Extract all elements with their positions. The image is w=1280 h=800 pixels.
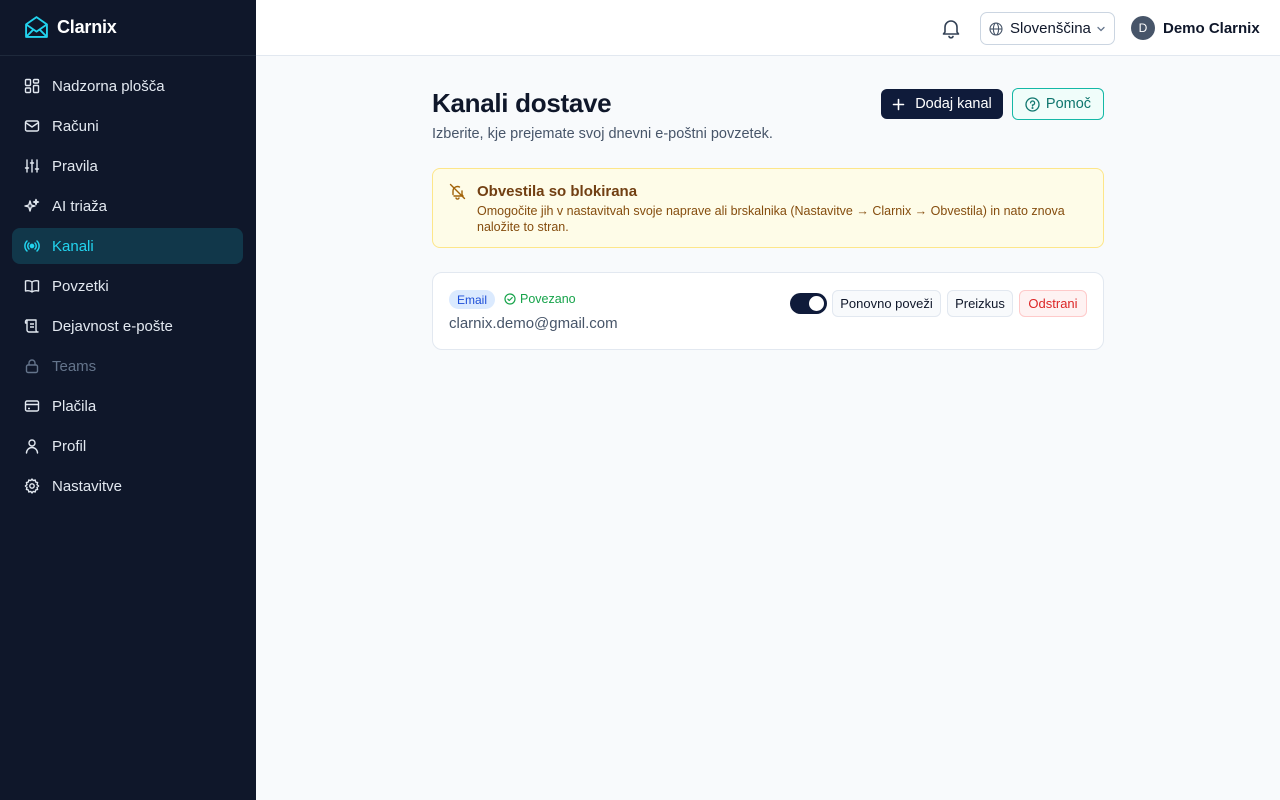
sidebar-item-label: Teams [52,357,97,375]
brand-name: Clarnix [57,17,117,37]
add-channel-button[interactable]: Dodaj kanal [881,89,1003,119]
user-icon [25,439,39,454]
book-icon [24,280,40,293]
mail-icon [24,120,40,132]
sidebar-item-payments[interactable]: Plačila [12,388,243,424]
sidebar-item-label: Profil [52,437,87,455]
plus-icon [892,98,905,110]
sidebar-item-label: Računi [52,117,99,135]
sliders-icon [24,159,40,173]
sidebar-item-accounts[interactable]: Računi [12,108,243,144]
sidebar-item-label: AI triaža [52,197,108,215]
channel-type-badge: Email [449,290,496,309]
channel-card: Email Povezano clarnix.demo@gmail.com Po… [432,272,1104,350]
test-button[interactable]: Preizkus [947,290,1013,317]
channel-address: clarnix.demo@gmail.com [449,315,618,332]
channel-enabled-toggle[interactable] [790,293,827,314]
language-label: Slovenščina [1010,20,1091,37]
add-channel-label: Dodaj kanal [915,96,992,112]
sidebar-item-dashboard[interactable]: Nadzorna plošča [12,68,243,104]
bell-icon[interactable] [940,17,962,39]
radio-icon [24,240,40,252]
sidebar-item-label: Pravila [52,157,98,175]
help-label: Pomoč [1045,96,1092,112]
reconnect-button[interactable]: Ponovno poveži [832,290,941,317]
sidebar-item-rules[interactable]: Pravila [12,148,243,184]
check-circle-icon [504,293,516,305]
dashboard-icon [24,78,40,94]
alert-title: Obvestila so blokirana [477,183,638,200]
sidebar-item-teams: Teams [12,348,243,384]
sidebar-item-ai-triage[interactable]: AI triaža [12,188,243,224]
notifications-blocked-alert: Obvestila so blokirana Omogočite jih v n… [432,168,1104,248]
sidebar-item-label: Kanali [52,237,94,255]
bell-off-icon [449,183,466,200]
avatar: D [1131,16,1155,40]
sidebar-item-settings[interactable]: Nastavitve [12,468,243,504]
top-header: Slovenščina D Demo Clarnix [256,0,1280,56]
page-subtitle: Izberite, kje prejemate svoj dnevni e-po… [432,126,773,142]
page-title: Kanali dostave [432,88,612,118]
sidebar-item-email-activity[interactable]: Dejavnost e-pošte [12,308,243,344]
alert-text: Omogočite jih v nastavitvah svoje naprav… [477,204,1065,234]
user-menu[interactable]: D Demo Clarnix [1131,16,1260,40]
envelope-logo-icon [25,16,48,38]
sidebar-item-label: Dejavnost e-pošte [52,317,173,335]
sidebar-item-profile[interactable]: Profil [12,428,243,464]
status-label: Povezano [520,292,576,306]
user-name: Demo Clarnix [1163,19,1260,37]
sidebar-item-label: Nadzorna plošča [52,77,165,95]
toggle-knob [809,296,824,311]
credit-card-icon [24,400,40,412]
sidebar-item-summaries[interactable]: Povzetki [12,268,243,304]
chevron-down-icon [1097,26,1105,32]
sidebar-item-label: Nastavitve [52,477,123,495]
language-select[interactable]: Slovenščina [980,12,1115,45]
help-circle-icon [1025,96,1040,112]
status-badge: Povezano [504,292,576,306]
sidebar-item-channels[interactable]: Kanali [12,228,243,264]
scroll-icon [24,319,39,333]
gear-icon [24,478,40,494]
sidebar-item-label: Plačila [52,397,97,415]
sidebar-nav: Nadzorna plošča Računi Pravila AI triaža… [12,68,243,508]
sparkles-icon [24,198,40,212]
globe-icon [989,21,1003,36]
remove-button[interactable]: Odstrani [1019,290,1087,317]
brand[interactable]: Clarnix [0,0,256,56]
sidebar-item-label: Povzetki [52,277,109,295]
help-button[interactable]: Pomoč [1012,88,1104,120]
sidebar: Clarnix Nadzorna plošča Računi Pravila A… [0,0,256,800]
lock-icon [25,359,39,374]
